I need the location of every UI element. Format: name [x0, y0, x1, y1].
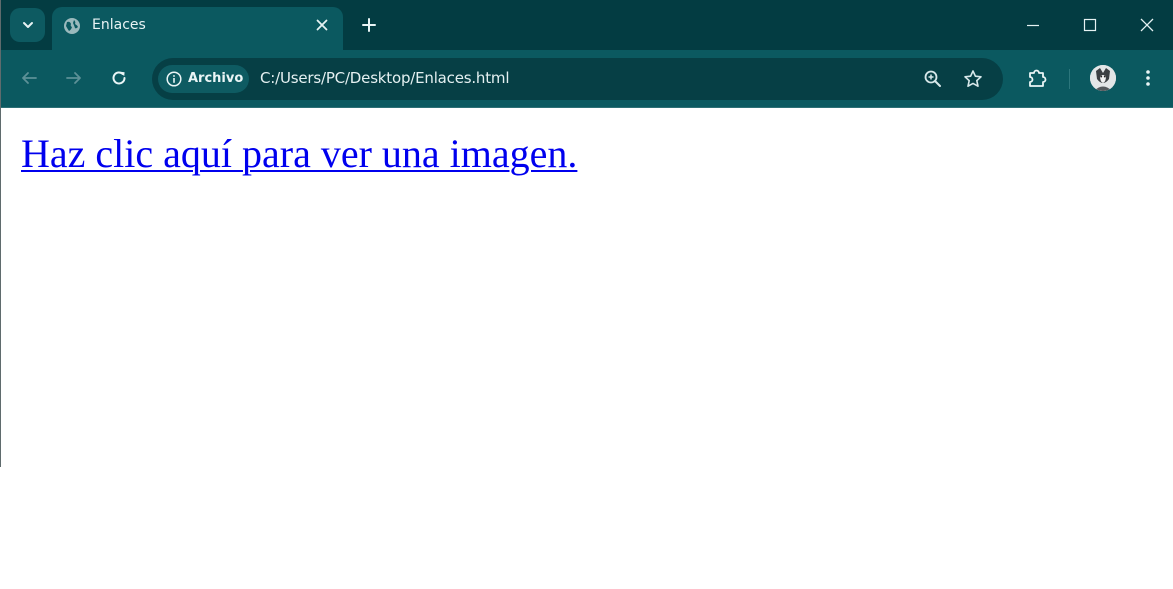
- globe-icon: [64, 18, 80, 34]
- toolbar: Archivo C:/Users/PC/Desktop/Enlaces.html: [1, 50, 1173, 108]
- chevron-down-icon: [22, 22, 33, 28]
- extensions-button[interactable]: [1023, 64, 1051, 92]
- info-icon: [166, 71, 182, 87]
- maximize-button[interactable]: [1076, 10, 1104, 40]
- profile-picture-icon: [1090, 65, 1116, 91]
- close-icon: [1140, 18, 1154, 32]
- image-link[interactable]: Haz clic aquí para ver una imagen.: [21, 130, 577, 178]
- more-vertical-icon: [1146, 70, 1150, 86]
- arrow-right-icon: [66, 72, 81, 84]
- minimize-button[interactable]: [1019, 10, 1047, 40]
- tab-search-button[interactable]: [10, 8, 45, 42]
- reload-icon: [112, 71, 126, 85]
- address-bar[interactable]: Archivo C:/Users/PC/Desktop/Enlaces.html: [152, 58, 1003, 100]
- window-close-button[interactable]: [1133, 10, 1161, 40]
- zoom-in-icon: [924, 70, 941, 87]
- back-button[interactable]: [15, 64, 43, 92]
- new-tab-button[interactable]: [355, 11, 383, 39]
- minimize-icon: [1027, 24, 1039, 27]
- page-content: Haz clic aquí para ver una imagen.: [1, 108, 1173, 467]
- toolbar-divider: [1069, 69, 1070, 89]
- star-icon: [964, 70, 982, 87]
- reload-button[interactable]: [105, 64, 133, 92]
- puzzle-piece-icon: [1029, 69, 1047, 87]
- tab-close-button[interactable]: [313, 16, 331, 34]
- url-text[interactable]: C:/Users/PC/Desktop/Enlaces.html: [260, 68, 509, 88]
- forward-button[interactable]: [60, 64, 88, 92]
- close-icon: [316, 19, 328, 31]
- zoom-button[interactable]: [922, 68, 944, 90]
- bookmark-button[interactable]: [962, 68, 984, 90]
- profile-avatar[interactable]: [1090, 65, 1116, 91]
- tab-enlaces[interactable]: Enlaces: [52, 7, 343, 50]
- tab-title: Enlaces: [92, 17, 146, 33]
- arrow-left-icon: [22, 72, 37, 84]
- browser-window: Enlaces Archivo C:/Users/PC/Desktop/Enla…: [0, 0, 1173, 467]
- plus-icon: [362, 18, 376, 32]
- site-info-chip[interactable]: Archivo: [158, 65, 249, 93]
- site-info-label: Archivo: [188, 71, 244, 86]
- maximize-icon: [1083, 18, 1097, 32]
- menu-button[interactable]: [1134, 64, 1162, 92]
- tab-strip: Enlaces: [1, 0, 1173, 50]
